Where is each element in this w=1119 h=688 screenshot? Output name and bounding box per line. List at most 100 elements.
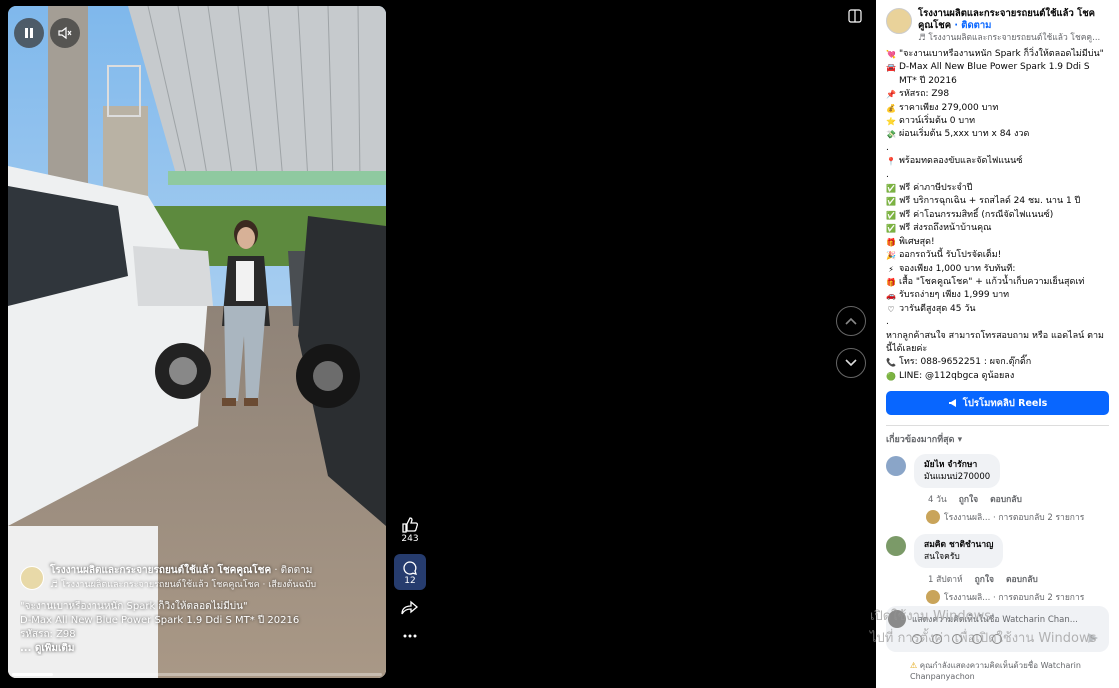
overlay-follow-link[interactable]: · ติดตาม <box>274 565 312 576</box>
emoji-icon[interactable] <box>932 634 942 644</box>
overlay-caption-line: D-Max All New Blue Power Spark 1.9 Ddi S… <box>20 615 300 626</box>
caption-emoji: 🚘 <box>886 63 896 73</box>
caption-line: ✅ ฟรี ค่าภาษีประจำปี <box>886 182 1109 195</box>
share-arrow-icon <box>401 600 419 615</box>
comment-composer[interactable]: แสดงความคิดเห็นในชื่อ Watcharin Chan... <box>886 606 1109 652</box>
caption-line: . <box>886 142 1109 155</box>
caption-text: ราคาเพียง 279,000 บาท <box>899 102 999 113</box>
caption-text: ฟรี ส่งรถถึงหน้าบ้านคุณ <box>899 223 992 234</box>
caption-text: ฟรี ค่าภาษีประจำปี <box>899 183 973 194</box>
chevron-down-icon <box>845 359 857 367</box>
follow-link[interactable]: · ติดตาม <box>954 20 991 31</box>
like-button[interactable]: 243 <box>394 516 426 544</box>
caption-emoji: ✅ <box>886 210 896 220</box>
commenting-as-notice: ⚠ คุณกำลังแสดงความคิดเห็นด้วยชื่อ Watcha… <box>910 660 1110 682</box>
caption-emoji: ✅ <box>886 184 896 194</box>
reel-viewer: โรงงานผลิตและกระจายรถยนต์ใช้แล้ว โชคคูณโ… <box>0 0 876 688</box>
page-avatar[interactable] <box>20 566 44 590</box>
reply-summary: โรงงานผลิ... · การตอบกลับ 2 รายการ <box>944 593 1085 604</box>
overlay-page-name[interactable]: โรงงานผลิตและกระจายรถยนต์ใช้แล้ว โชคคูณโ… <box>50 565 271 576</box>
camera-icon[interactable] <box>952 634 962 644</box>
video-caption-overlay: โรงงานผลิตและกระจายรถยนต์ใช้แล้ว โชคคูณโ… <box>20 564 374 656</box>
caption-emoji: ✅ <box>886 197 896 207</box>
caption-line: ✅ ฟรี ส่งรถถึงหน้าบ้านคุณ <box>886 222 1109 235</box>
comment-reply-link[interactable]: ตอบกลับ <box>1006 572 1038 586</box>
caption-line: 💸 ผ่อนเริ่มต้น 5,xxx บาท x 84 งวด <box>886 128 1109 141</box>
overlay-caption-line: "จะงานเบาหรืองานหนัก Spark ก็วิ่งให้ตลอด… <box>20 601 248 612</box>
commenter-name[interactable]: สมคิด ชาติชำนาญ <box>924 539 993 551</box>
more-options-button[interactable] <box>394 634 426 638</box>
comment-like-link[interactable]: ถูกใจ <box>975 572 994 586</box>
promote-reel-button[interactable]: โปรโมทคลิป Reels <box>886 391 1109 416</box>
caption-text: พิเศษสุด! <box>899 236 935 247</box>
comment-time[interactable]: 1 สัปดาห์ <box>928 572 963 586</box>
mute-button[interactable] <box>50 18 80 48</box>
view-replies-link[interactable]: โรงงานผลิ... · การตอบกลับ 2 รายการ <box>926 510 1109 525</box>
more-dots-icon <box>403 634 417 638</box>
caption-emoji: 🎁 <box>886 237 896 247</box>
comment-item: สมคิด ชาติชำนาญ สนใจครับ 1 สัปดาห์ ถูกใจ… <box>876 534 1119 605</box>
caption-emoji: 💸 <box>886 130 896 140</box>
like-count: 243 <box>401 534 419 544</box>
page-avatar[interactable] <box>886 8 912 34</box>
page-title[interactable]: โรงงานผลิตและกระจายรถยนต์ใช้แล้ว โชคคูณโ… <box>918 8 1095 31</box>
user-avatar <box>888 610 906 628</box>
caption-emoji: 💰 <box>886 103 896 113</box>
comment-reply-link[interactable]: ตอบกลับ <box>990 492 1022 506</box>
caption-line: 📍 พร้อมทดลองขับและจัดไฟแนนซ์ <box>886 155 1109 168</box>
avatar-sticker-icon[interactable] <box>912 634 922 644</box>
caption-emoji: ♡ <box>887 304 895 314</box>
comment-sort-dropdown[interactable]: เกี่ยวข้องมากที่สุด ▾ <box>886 432 1109 446</box>
details-panel: โรงงานผลิตและกระจายรถยนต์ใช้แล้ว โชคคูณโ… <box>876 0 1119 688</box>
collapse-panel-button[interactable] <box>848 8 862 27</box>
caption-line: หากลูกค้าสนใจ สามารถโทรสอบถาม หรือ แอดไล… <box>886 330 1109 357</box>
caption-line: 🟢 LINE: @112qbgca ดูน้อยลง <box>886 370 1109 383</box>
reel-video[interactable]: โรงงานผลิตและกระจายรถยนต์ใช้แล้ว โชคคูณโ… <box>8 6 386 678</box>
comment-item: มัยไห จำรักษา มันแมนบ่270000 4 วัน ถูกใจ… <box>876 454 1119 525</box>
next-reel-button[interactable] <box>836 348 866 378</box>
video-progress-bar[interactable] <box>12 673 382 676</box>
caption-line: ⚡ จองเพียง 1,000 บาท รับทันที: <box>886 263 1109 276</box>
audio-link[interactable]: ♬ โรงงานผลิตและกระจายรถยนต์ใช้แล้ว โชคคู… <box>918 32 1109 44</box>
caption-text: ฟรี บริการฉุกเฉิน + รถสไลด์ 24 ชม. นาน 1… <box>899 196 1081 207</box>
caption-emoji: ⚡ <box>888 264 894 274</box>
caption-line: ⭐ ดาวน์เริ่มต้น 0 บาท <box>886 115 1109 128</box>
reply-avatar <box>926 590 940 605</box>
commenter-avatar[interactable] <box>886 456 906 477</box>
caption-text: รหัสรถ: Z98 <box>899 89 950 100</box>
sticker-icon[interactable] <box>992 634 1002 644</box>
caption-text: "จะงานเบาหรืองานหนัก Spark ก็วิ่งให้ตลอด… <box>899 49 1104 59</box>
caption-line: 📞 โทร: 088-9652251 : ผจก.ตุ๊กติ๊ก <box>886 356 1109 369</box>
share-button[interactable] <box>394 600 426 616</box>
comment-input[interactable]: แสดงความคิดเห็นในชื่อ Watcharin Chan... <box>912 612 1101 626</box>
caption-line: ✅ ฟรี บริการฉุกเฉิน + รถสไลด์ 24 ชม. นาน … <box>886 195 1109 208</box>
caption-emoji: ✅ <box>886 224 896 234</box>
caption-line: ✅ ฟรี ค่าโอนกรรมสิทธิ์ (กรณีจัดไฟแนนซ์) <box>886 209 1109 222</box>
commenter-name[interactable]: มัยไห จำรักษา <box>924 459 990 471</box>
caption-text: เสื้อ "โชคคูณโชค" + แก้วน้ำเก็บความเย็นส… <box>899 276 1085 287</box>
caption-text: . <box>886 317 889 328</box>
caption-line: 📌 รหัสรถ: Z98 <box>886 88 1109 101</box>
gif-icon[interactable] <box>972 634 982 644</box>
comment-like-link[interactable]: ถูกใจ <box>959 492 978 506</box>
see-more-link[interactable]: ... ดูเพิ่มเติม <box>20 642 374 656</box>
commenter-avatar[interactable] <box>886 536 906 557</box>
comment-button[interactable]: 12 <box>394 554 426 590</box>
post-caption: 💘 "จะงานเบาหรืองานหนัก Spark ก็วิ่งให้ตลอ… <box>876 48 1119 383</box>
caption-line: 🎉 ออกรถวันนี้ รับโปรจัดเต็ม! <box>886 249 1109 262</box>
comment-time[interactable]: 4 วัน <box>928 492 947 506</box>
overlay-audio[interactable]: ♬ โรงงานผลิตและกระจายรถยนต์ใช้แล้ว โชคคู… <box>50 578 316 592</box>
view-replies-link[interactable]: โรงงานผลิ... · การตอบกลับ 2 รายการ <box>926 590 1109 605</box>
caption-line: 🎁 เสื้อ "โชคคูณโชค" + แก้วน้ำเก็บความเย็น… <box>886 276 1109 289</box>
caption-line: . <box>886 316 1109 329</box>
previous-reel-button[interactable] <box>836 306 866 336</box>
send-icon[interactable] <box>1087 632 1099 644</box>
commenting-as-text: คุณกำลังแสดงความคิดเห็นด้วยชื่อ Watchari… <box>910 661 1081 681</box>
comment-bubble: สมคิด ชาติชำนาญ สนใจครับ <box>914 534 1004 569</box>
reel-actions: 243 12 <box>394 516 426 648</box>
promote-reel-label: โปรโมทคลิป Reels <box>962 397 1048 409</box>
pause-button[interactable] <box>14 18 44 48</box>
caption-text: รับรถง่ายๆ เพียง 1,999 บาท <box>899 290 1010 301</box>
caption-text: . <box>886 142 889 153</box>
caption-text: หากลูกค้าสนใจ สามารถโทรสอบถาม หรือ แอดไล… <box>886 330 1104 354</box>
